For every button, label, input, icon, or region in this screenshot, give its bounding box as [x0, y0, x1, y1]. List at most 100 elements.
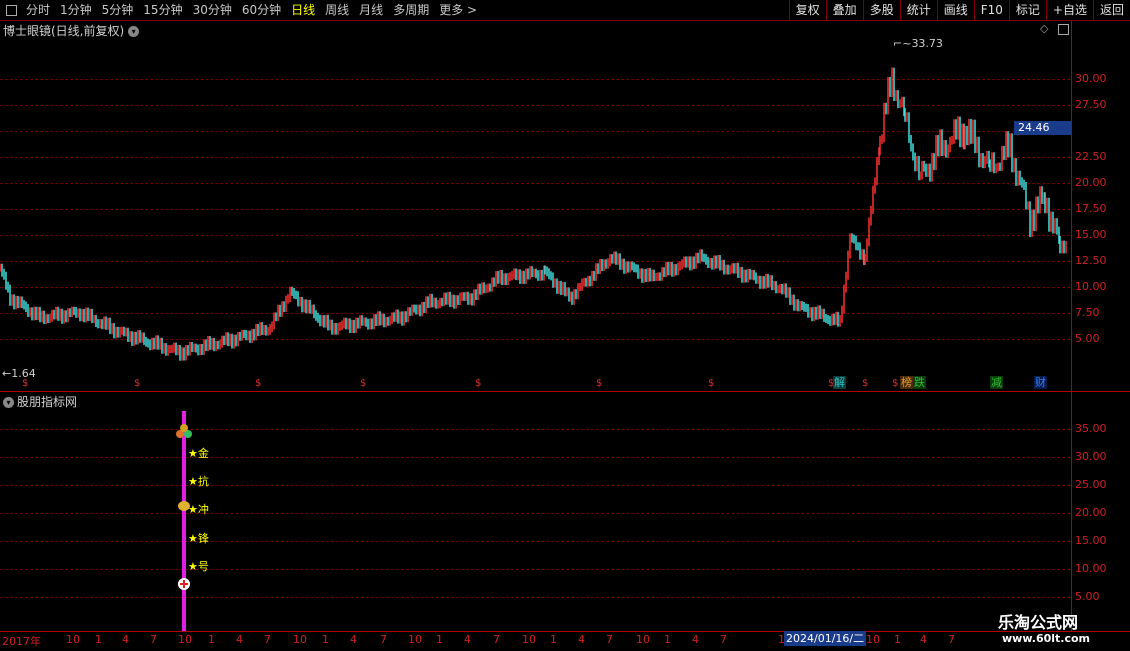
period-tab[interactable]: 1分钟: [55, 0, 97, 20]
dividend-marker[interactable]: $: [892, 378, 898, 389]
period-tab-daily[interactable]: 日线: [286, 0, 320, 20]
grid-line: [0, 597, 1070, 598]
x-tick: 4: [578, 633, 585, 646]
x-tick: 10: [66, 633, 80, 646]
indicator-tick: 10.00: [1075, 562, 1107, 575]
signal-label: ★冲: [188, 503, 209, 516]
x-axis[interactable]: 2017年 10 1 4 7 10 1 4 7 10 1 4 7 10 1 4 …: [0, 631, 1130, 651]
x-tick: 10: [636, 633, 650, 646]
event-tag-reduce[interactable]: 减: [990, 376, 1003, 389]
indicator-tick: 35.00: [1075, 422, 1107, 435]
event-tag-drop[interactable]: 跌: [913, 376, 926, 389]
grid-line: [0, 569, 1070, 570]
x-tick: 10: [866, 633, 880, 646]
price-tick: 15.00: [1075, 228, 1107, 241]
ball-icon: [180, 424, 188, 432]
x-tick: 1: [550, 633, 557, 646]
period-tab[interactable]: 15分钟: [138, 0, 187, 20]
dividend-marker[interactable]: $: [862, 378, 868, 389]
x-tick: 4: [122, 633, 129, 646]
x-tick: 4: [350, 633, 357, 646]
grid-line: [0, 457, 1070, 458]
price-tick: 10.00: [1075, 280, 1107, 293]
min-price-label: ←1.64: [2, 367, 36, 380]
x-tick: 7: [264, 633, 271, 646]
signal-label: ★锋: [188, 532, 209, 545]
period-tab[interactable]: 多周期: [388, 0, 434, 20]
window-menu-icon[interactable]: [6, 4, 17, 16]
x-tick: 10: [408, 633, 422, 646]
x-tick: 7: [380, 633, 387, 646]
x-tick: 10: [293, 633, 307, 646]
price-tick: 30.00: [1075, 72, 1107, 85]
x-tick: 1: [322, 633, 329, 646]
period-tab[interactable]: 30分钟: [188, 0, 237, 20]
max-price-label: ⌐~33.73: [893, 37, 943, 50]
x-tick: 4: [464, 633, 471, 646]
period-tab[interactable]: 5分钟: [97, 0, 139, 20]
x-tick: 7: [606, 633, 613, 646]
event-tag-rank[interactable]: 榜: [900, 376, 913, 389]
price-tick: 17.50: [1075, 202, 1107, 215]
indicator-title[interactable]: ▾ 股朋指标网: [3, 393, 77, 410]
indicator-tick: 30.00: [1075, 450, 1107, 463]
x-tick: 1: [664, 633, 671, 646]
x-tick: 1: [95, 633, 102, 646]
panel-separator[interactable]: [0, 391, 1130, 392]
grid-line: [0, 513, 1070, 514]
x-tick: 1: [208, 633, 215, 646]
x-tick: 7: [493, 633, 500, 646]
f10-button[interactable]: F10: [973, 0, 1009, 20]
x-tick: 7: [948, 633, 955, 646]
period-tab[interactable]: 60分钟: [237, 0, 286, 20]
event-tag-finance[interactable]: 财: [1034, 376, 1047, 389]
event-tag-unlock[interactable]: 解: [833, 376, 846, 389]
price-tick: 20.00: [1075, 176, 1107, 189]
max-price-value: 33.73: [911, 37, 943, 50]
dividend-marker[interactable]: $: [22, 378, 28, 389]
price-tick: 5.00: [1075, 332, 1100, 345]
overlay-button[interactable]: 叠加: [825, 0, 863, 20]
x-tick: 10: [178, 633, 192, 646]
watermark-url: www.60lt.com: [1002, 632, 1091, 645]
signal-label: ★金: [188, 447, 209, 460]
axis-separator: [1071, 21, 1072, 631]
price-tick: 22.50: [1075, 150, 1107, 163]
x-tick: 2017年: [2, 635, 41, 648]
right-toolbar: 复权 叠加 多股 统计 画线 F10 标记 +自选 返回: [788, 0, 1130, 20]
mark-button[interactable]: 标记: [1008, 0, 1046, 20]
statistics-button[interactable]: 统计: [899, 0, 937, 20]
fuquan-button[interactable]: 复权: [788, 0, 826, 20]
x-tick: 1: [436, 633, 443, 646]
chevron-down-icon[interactable]: ▾: [3, 397, 14, 408]
back-button[interactable]: 返回: [1092, 0, 1130, 20]
x-tick: 10: [522, 633, 536, 646]
price-tick: 27.50: [1075, 98, 1107, 111]
price-kline-chart[interactable]: [0, 21, 1070, 391]
draw-line-button[interactable]: 画线: [936, 0, 974, 20]
multi-stock-button[interactable]: 多股: [862, 0, 900, 20]
add-favorite-button[interactable]: +自选: [1045, 0, 1093, 20]
indicator-tick: 5.00: [1075, 590, 1100, 603]
dividend-marker[interactable]: $: [708, 378, 714, 389]
signal-label: ★抗: [188, 475, 209, 488]
dividend-marker[interactable]: $: [255, 378, 261, 389]
dividend-marker[interactable]: $: [134, 378, 140, 389]
x-tick: 4: [236, 633, 243, 646]
x-tick: 4: [920, 633, 927, 646]
grid-line: [0, 485, 1070, 486]
x-tick: 7: [150, 633, 157, 646]
indicator-tick: 20.00: [1075, 506, 1107, 519]
period-tab[interactable]: 分时: [21, 0, 55, 20]
price-tick: 7.50: [1075, 306, 1100, 319]
dividend-marker[interactable]: $: [596, 378, 602, 389]
period-tab[interactable]: 月线: [354, 0, 388, 20]
price-tick: 12.50: [1075, 254, 1107, 267]
x-tick: 7: [720, 633, 727, 646]
more-periods-button[interactable]: 更多 >: [434, 0, 482, 20]
signal-label: ★号: [188, 560, 209, 573]
period-tab[interactable]: 周线: [320, 0, 354, 20]
dividend-marker[interactable]: $: [475, 378, 481, 389]
dividend-marker[interactable]: $: [360, 378, 366, 389]
grid-line: [0, 541, 1070, 542]
